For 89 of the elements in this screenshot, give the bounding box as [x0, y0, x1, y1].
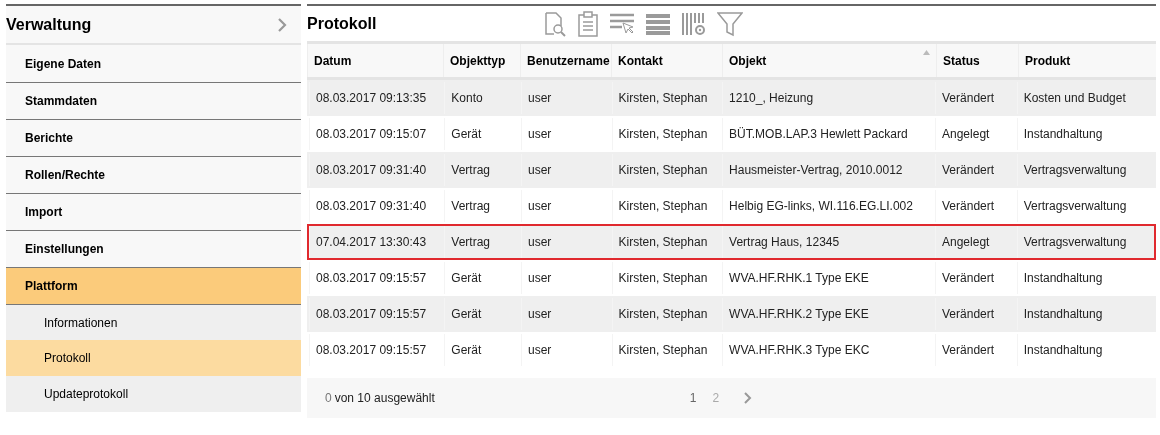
table-cell: user	[521, 334, 612, 366]
table-cell: user	[521, 262, 612, 294]
table-cell: user	[521, 226, 612, 258]
table-cell: 08.03.2017 09:13:35	[309, 82, 445, 114]
rows-icon[interactable]	[645, 12, 671, 35]
document-search-icon[interactable]	[543, 10, 567, 37]
table-cell: Instandhaltung	[1016, 334, 1154, 366]
table-cell: Gerät	[444, 298, 521, 330]
sidebar-item[interactable]: Import	[6, 193, 301, 230]
column-header[interactable]: Kontakt	[611, 44, 722, 77]
sidebar-item[interactable]: Eigene Daten	[6, 45, 301, 82]
table-cell: 08.03.2017 09:31:40	[309, 154, 445, 186]
page-title: Protokoll	[307, 13, 378, 34]
table-cell: Kirsten, Stephan	[611, 262, 723, 294]
page-link[interactable]: 1	[684, 389, 702, 407]
table-cell: user	[521, 118, 612, 150]
table-cell: Instandhaltung	[1016, 118, 1154, 150]
table-cell: Angelegt	[935, 226, 1017, 258]
table-cell: user	[521, 190, 612, 222]
table-cell: 08.03.2017 09:15:57	[309, 262, 445, 294]
column-header[interactable]: Objekt	[722, 44, 936, 77]
table-cell: Vertrag	[444, 154, 521, 186]
sidebar-subitem[interactable]: Informationen	[6, 304, 301, 340]
table-cell: Kirsten, Stephan	[611, 190, 723, 222]
table-cell: Vertragsverwaltung	[1016, 190, 1154, 222]
sidebar-item[interactable]: Stammdaten	[6, 82, 301, 119]
selection-count: 0	[325, 390, 332, 407]
table-cell: Konto	[444, 82, 521, 114]
table-row[interactable]: 08.03.2017 09:31:40 Vertrag user Kirsten, Stephan Hausmeister-Vertrag, 2010.0012 Verändert Vertragsverwaltung	[307, 152, 1156, 188]
table-cell: Gerät	[444, 118, 521, 150]
row-select-icon[interactable]	[609, 12, 635, 35]
table-cell: WVA.HF.RHK.3 Type EKC	[722, 334, 935, 366]
column-header[interactable]: Produkt	[1018, 44, 1156, 77]
chevron-right-icon[interactable]	[277, 16, 287, 33]
column-header[interactable]: Objekttyp	[443, 44, 520, 77]
table-row[interactable]: 07.04.2017 13:30:43 Vertrag user Kirsten, Stephan Vertrag Haus, 12345 Angelegt Vertragsverwaltung	[307, 224, 1156, 260]
next-page-icon[interactable]	[744, 392, 753, 404]
column-settings-icon[interactable]	[681, 10, 707, 37]
table-cell: Kirsten, Stephan	[611, 298, 723, 330]
sidebar-subitem[interactable]: Protokoll	[6, 340, 301, 376]
table-cell: Vertrag	[444, 190, 521, 222]
table-cell: Kirsten, Stephan	[611, 154, 723, 186]
table-cell: Gerät	[444, 334, 521, 366]
sidebar-title: Verwaltung	[6, 14, 92, 35]
table-cell: Vertrag	[444, 226, 521, 258]
table-cell: Vertrag Haus, 12345	[722, 226, 935, 258]
table-cell: user	[521, 154, 612, 186]
selection-text: von 10 ausgewählt	[334, 390, 436, 407]
table-row[interactable]: 08.03.2017 09:15:57 Gerät user Kirsten, Stephan WVA.HF.RHK.2 Type EKE Verändert Instandhaltung	[307, 296, 1156, 332]
table-cell: 07.04.2017 13:30:43	[309, 226, 445, 258]
table-cell: Vertragsverwaltung	[1016, 226, 1154, 258]
table-cell: Verändert	[935, 334, 1017, 366]
sidebar-item[interactable]: Plattform	[6, 267, 301, 304]
table-cell: Angelegt	[935, 118, 1017, 150]
table-cell: Vertragsverwaltung	[1016, 154, 1154, 186]
table-cell: 1210_, Heizung	[722, 82, 935, 114]
table-cell: user	[521, 298, 612, 330]
table-cell: Verändert	[935, 154, 1017, 186]
filter-icon[interactable]	[717, 10, 743, 37]
table-cell: WVA.HF.RHK.1 Type EKE	[722, 262, 935, 294]
table-cell: user	[521, 82, 612, 114]
table-cell: Instandhaltung	[1016, 262, 1154, 294]
table-cell: 08.03.2017 09:15:07	[309, 118, 445, 150]
column-header[interactable]: Status	[936, 44, 1018, 77]
table-cell: Instandhaltung	[1016, 298, 1154, 330]
table-cell: Kirsten, Stephan	[611, 334, 723, 366]
clipboard-icon[interactable]	[577, 10, 599, 37]
sidebar-item[interactable]: Rollen/Rechte	[6, 156, 301, 193]
table-cell: Verändert	[935, 298, 1017, 330]
column-header[interactable]: Benutzername	[520, 44, 611, 77]
table-cell: Kirsten, Stephan	[611, 226, 723, 258]
table-row[interactable]: 08.03.2017 09:13:35 Konto user Kirsten, Stephan 1210_, Heizung Verändert Kosten und Budget	[307, 80, 1156, 116]
table-cell: Hausmeister-Vertrag, 2010.0012	[722, 154, 935, 186]
table-cell: Verändert	[935, 82, 1017, 114]
table-cell: Gerät	[444, 262, 521, 294]
table-cell: BÜT.MOB.LAP.3 Hewlett Packard	[722, 118, 935, 150]
table-cell: WVA.HF.RHK.2 Type EKE	[722, 298, 935, 330]
table-cell: Helbig EG-links, WI.116.EG.LI.002	[722, 190, 935, 222]
table-cell: Kirsten, Stephan	[611, 82, 723, 114]
sidebar-subitem[interactable]: Updateprotokoll	[6, 376, 301, 412]
sidebar-item[interactable]: Berichte	[6, 119, 301, 156]
table-cell: Verändert	[935, 262, 1017, 294]
column-header[interactable]: Datum	[307, 44, 443, 77]
table-cell: Kirsten, Stephan	[611, 118, 723, 150]
table-cell: Kosten und Budget	[1016, 82, 1154, 114]
table-cell: 08.03.2017 09:15:57	[309, 298, 445, 330]
table-cell: Verändert	[935, 190, 1017, 222]
table-cell: 08.03.2017 09:31:40	[309, 190, 445, 222]
table-cell: 08.03.2017 09:15:57	[309, 334, 445, 366]
